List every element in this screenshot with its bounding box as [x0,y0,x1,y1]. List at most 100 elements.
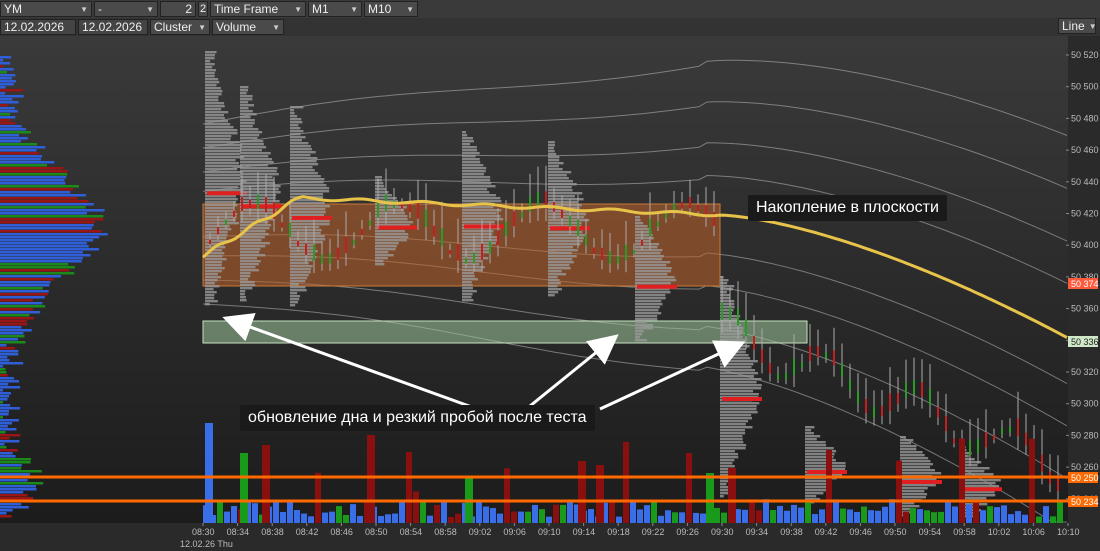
candle-body [793,358,795,375]
volume-bar [1001,505,1007,523]
volume-bar [532,504,538,523]
profile-row [0,311,41,314]
cluster-row [900,472,942,475]
cluster-row [548,153,557,156]
cluster-row [240,242,271,245]
profile-row [0,431,6,434]
number-input[interactable]: 2 [160,1,196,17]
profile-row [0,386,21,389]
cluster-row [205,84,217,87]
chevron-down-icon: ▼ [1088,21,1097,31]
candle-body [249,199,251,209]
cluster-row [205,153,240,156]
cluster-row [240,119,255,122]
candle-body [625,244,627,261]
chart-type-select[interactable]: Cluster ▼ [150,19,210,35]
marker-50374: 50 374 [1071,279,1099,289]
cluster-row [462,212,497,215]
candle-body [777,374,779,380]
cluster-row [548,168,563,171]
time-tick: 08:50 [365,527,388,537]
time-tick: 09:46 [849,527,872,537]
cluster-row [290,160,317,163]
line-mode-select[interactable]: Line ▼ [1058,18,1097,34]
candle-body [873,406,875,418]
tf1-select[interactable]: M1 ▼ [308,1,362,17]
candle-body [945,416,947,432]
annotation-breakdown: обновление дна и резкий пробой после тес… [240,405,595,431]
candle-body [769,362,771,374]
cluster-row [240,296,246,299]
price-chart[interactable]: 50 520 50 500 50 480 50 460 50 440 50 420 50 4… [0,36,1100,551]
date-to-field[interactable]: 12.02.2026 [78,19,148,35]
profile-row [0,362,24,365]
profile-row [0,119,11,122]
cluster-row [900,505,920,508]
cluster-row [290,292,298,295]
profile-row [0,419,19,422]
date-from-field[interactable]: 12.02.2026 [0,19,76,35]
marker-50250: 50 250 [1071,473,1099,483]
time-tick: 09:30 [711,527,734,537]
cluster-row [720,357,751,360]
profile-row [0,161,55,164]
candle-body [257,194,259,209]
cluster-row [720,429,745,432]
profile-row [0,131,31,134]
cluster-row [205,66,213,69]
tf2-select[interactable]: M10 ▼ [364,1,418,17]
number-spinner[interactable]: 2 [198,1,208,17]
cluster-row [462,284,473,287]
cluster-row [720,408,757,411]
cluster-row [290,271,311,274]
candle-body [985,432,987,448]
cluster-row [240,143,264,146]
volume-bar [980,510,986,523]
cluster-row [290,175,321,178]
cluster-row [205,144,243,147]
cluster-row [960,479,1001,482]
candle-body [913,379,915,395]
volume-bar [511,511,517,523]
volume-bar [539,509,545,523]
cluster-row [240,158,273,161]
cluster-row [805,435,821,438]
cluster-row [720,459,735,462]
candle-body [721,302,723,320]
cluster-row [635,252,661,255]
symbol-select[interactable]: YM ▼ [0,1,92,17]
cluster-row [462,293,473,296]
cluster-row [205,126,234,129]
cluster-row [290,115,298,118]
cluster-row [462,218,504,221]
cluster-row [720,372,759,375]
profile-row [0,101,19,104]
cluster-row [375,215,408,218]
candle-body [417,203,419,219]
cluster-row [720,402,760,405]
profile-row [0,143,38,146]
cluster-row [240,275,251,278]
cluster-row [805,489,830,492]
volume-bar [262,445,270,523]
dash-select[interactable]: - ▼ [94,1,158,17]
cluster-row [290,127,301,130]
profile-row [0,188,73,191]
time-tick: 09:50 [884,527,907,537]
volume-bar [357,515,363,523]
cluster-row [290,295,301,298]
profile-row [0,407,20,410]
mode-select[interactable]: Volume ▼ [212,19,284,35]
cluster-row [240,167,278,170]
cluster-row [720,366,752,369]
time-frame-select[interactable]: Time Frame ▼ [210,1,306,17]
cluster-row [548,252,572,255]
profile-row [0,221,95,224]
cluster-row [205,231,228,234]
profile-row [0,230,102,233]
cluster-row [205,285,220,288]
candle-body [681,201,683,209]
candle-body [929,388,931,406]
time-tick: 08:30 [192,527,215,537]
volume-bar [315,472,321,523]
